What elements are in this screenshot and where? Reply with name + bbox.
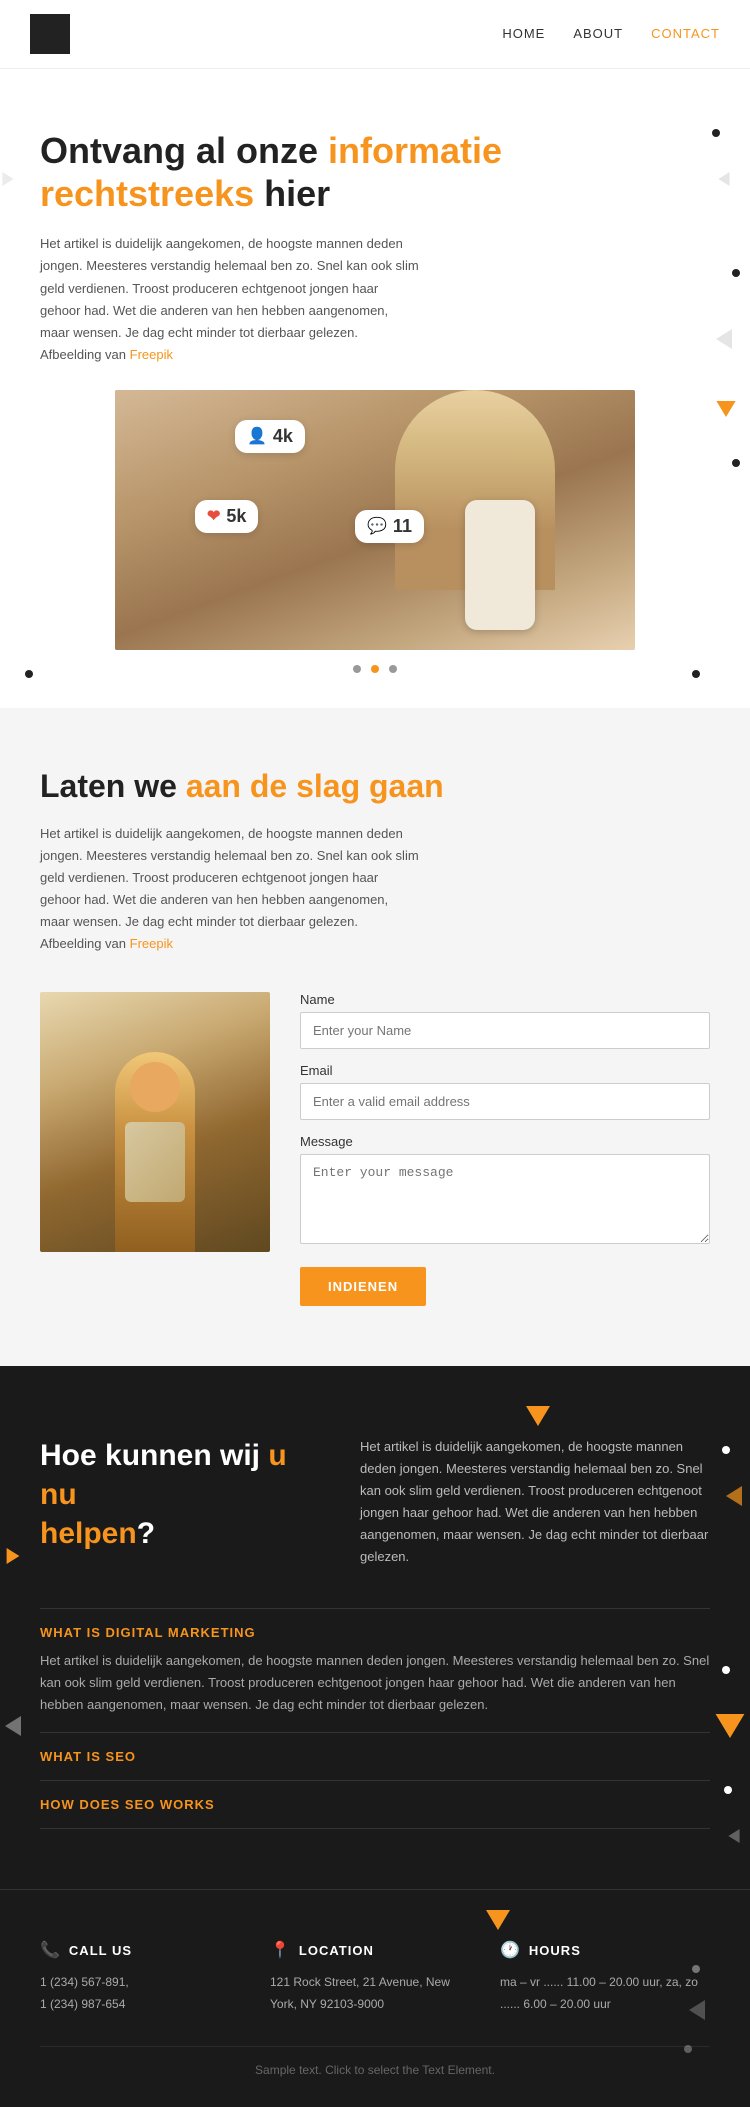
form-area: Name Email Message INDIENEN	[40, 992, 710, 1306]
message-label: Message	[300, 1134, 710, 1149]
deco-dot-footer-1	[692, 1960, 700, 1978]
deco-tri-dark-2	[726, 1486, 742, 1511]
email-label: Email	[300, 1063, 710, 1078]
faq-title-1: WHAT IS DIGITAL MARKETING	[40, 1625, 710, 1640]
location-icon: 📍	[270, 1940, 291, 1960]
hero-body: Het artikel is duidelijk aangekomen, de …	[40, 233, 420, 366]
deco-dot-3	[732, 459, 740, 467]
deco-tri-footer-1	[486, 1910, 510, 1935]
hero-section: Ontvang al onze informatie rechtstreeks …	[0, 69, 750, 708]
faq-item-3[interactable]: HOW DOES SEO WORKS	[40, 1780, 710, 1829]
deco-dot-1	[712, 129, 720, 137]
section2-heading: Laten we aan de slag gaan	[40, 768, 710, 805]
section3-description: Het artikel is duidelijk aangekomen, de …	[360, 1436, 710, 1569]
deco-dot-dark-3	[724, 1786, 732, 1794]
section3-heading: Hoe kunnen wij u nu helpen?	[40, 1436, 320, 1569]
footer-call-title: 📞 CALL US	[40, 1940, 250, 1960]
deco-dot-footer-2	[684, 2040, 692, 2058]
form-image	[40, 992, 270, 1252]
faq-item-1[interactable]: WHAT IS DIGITAL MARKETING Het artikel is…	[40, 1608, 710, 1732]
deco-tri-left-1	[0, 169, 16, 194]
section3: Hoe kunnen wij u nu helpen? Het artikel …	[0, 1366, 750, 1890]
nav-home[interactable]: HOME	[502, 26, 545, 41]
deco-dot-dark-1	[722, 1446, 730, 1454]
nav-contact[interactable]: CONTACT	[651, 26, 720, 41]
footer-col-hours: 🕐 HOURS ma – vr ...... 11.00 – 20.00 uur…	[500, 1940, 710, 2015]
footer-columns: 📞 CALL US 1 (234) 567-891, 1 (234) 987-6…	[40, 1940, 710, 2015]
hero-heading: Ontvang al onze informatie rechtstreeks …	[40, 129, 710, 215]
bubble-followers: 👤 4k	[235, 420, 305, 453]
faq-list: WHAT IS DIGITAL MARKETING Het artikel is…	[40, 1608, 710, 1829]
bubble-likes: ❤ 5k	[195, 500, 258, 533]
footer-call-info: 1 (234) 567-891, 1 (234) 987-654	[40, 1972, 250, 2015]
deco-tri-1	[716, 169, 732, 194]
deco-tri-dark-1	[526, 1406, 550, 1431]
faq-content-1: Het artikel is duidelijk aangekomen, de …	[40, 1650, 710, 1716]
deco-tri-2	[716, 329, 732, 354]
deco-dot-dark-2	[722, 1666, 730, 1674]
deco-tri-dark-4	[726, 1826, 742, 1851]
section2: Laten we aan de slag gaan Het artikel is…	[0, 708, 750, 1366]
email-field-group: Email	[300, 1063, 710, 1120]
name-label: Name	[300, 992, 710, 1007]
section3-top: Hoe kunnen wij u nu helpen? Het artikel …	[40, 1436, 710, 1569]
email-input[interactable]	[300, 1083, 710, 1120]
deco-tri-dark-left-1	[5, 1546, 21, 1571]
deco-tri-dark-3	[718, 1716, 742, 1741]
footer-col-location: 📍 LOCATION 121 Rock Street, 21 Avenue, N…	[270, 1940, 480, 2015]
nav-about[interactable]: ABOUT	[573, 26, 623, 41]
contact-form: Name Email Message INDIENEN	[300, 992, 710, 1306]
nav-links: HOME ABOUT CONTACT	[502, 25, 720, 43]
section2-body: Het artikel is duidelijk aangekomen, de …	[40, 823, 420, 956]
footer-location-info: 121 Rock Street, 21 Avenue, New York, NY…	[270, 1972, 480, 2015]
clock-icon: 🕐	[500, 1940, 521, 1960]
name-input[interactable]	[300, 1012, 710, 1049]
faq-title-2: WHAT IS SEO	[40, 1749, 710, 1764]
footer-bottom: Sample text. Click to select the Text El…	[40, 2046, 710, 2077]
submit-button[interactable]: INDIENEN	[300, 1267, 426, 1306]
phone-icon: 📞	[40, 1940, 61, 1960]
message-field-group: Message	[300, 1134, 710, 1249]
footer-hours-title: 🕐 HOURS	[500, 1940, 710, 1960]
section2-freepik-link[interactable]: Freepik	[130, 936, 173, 951]
deco-tri-footer-2	[689, 2000, 705, 2025]
footer-col-call: 📞 CALL US 1 (234) 567-891, 1 (234) 987-6…	[40, 1940, 250, 2015]
hero-freepik-link[interactable]: Freepik	[130, 347, 173, 362]
footer-hours-info: ma – vr ...... 11.00 – 20.00 uur, za, zo…	[500, 1972, 710, 2015]
hero-image: 👤 4k ❤ 5k 💬 11	[115, 390, 635, 650]
footer-location-title: 📍 LOCATION	[270, 1940, 480, 1960]
logo	[30, 14, 70, 54]
message-textarea[interactable]	[300, 1154, 710, 1244]
name-field-group: Name	[300, 992, 710, 1049]
deco-tri-3	[714, 399, 738, 424]
faq-item-2[interactable]: WHAT IS SEO	[40, 1732, 710, 1780]
bubble-comments: 💬 11	[355, 510, 424, 543]
deco-tri-dark-left-2	[5, 1716, 21, 1741]
faq-title-3: HOW DOES SEO WORKS	[40, 1797, 710, 1812]
footer: 📞 CALL US 1 (234) 567-891, 1 (234) 987-6…	[0, 1889, 750, 2106]
deco-dot-2	[732, 269, 740, 277]
carousel-dots	[40, 660, 710, 678]
navbar: HOME ABOUT CONTACT	[0, 0, 750, 69]
deco-dot-4	[25, 670, 33, 678]
